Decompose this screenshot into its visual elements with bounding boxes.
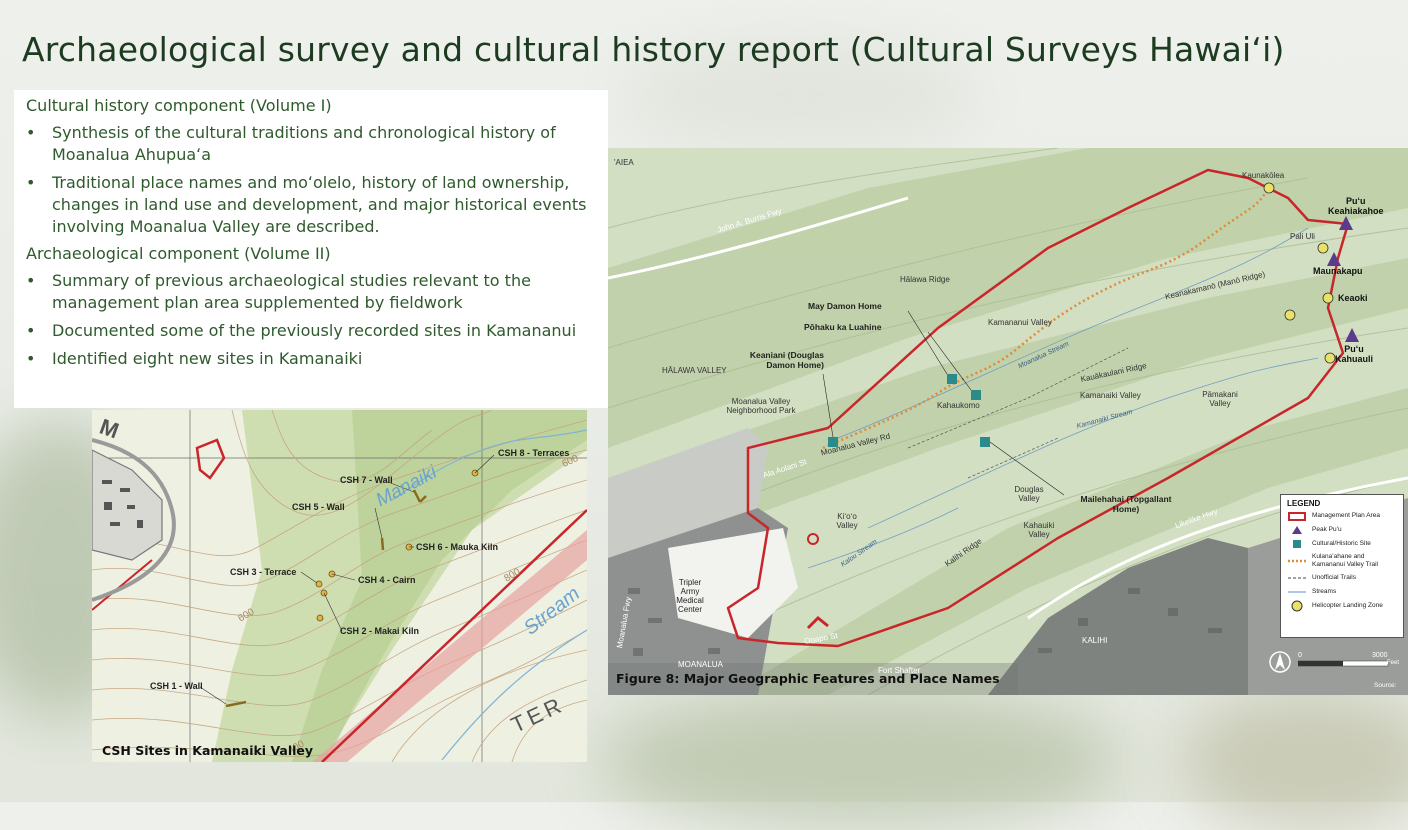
scale-end-label: 3000 (1372, 652, 1388, 659)
place-label: 'AIEA (614, 158, 634, 167)
place-label: May Damon Home (808, 301, 882, 311)
scale-bar-graphic (1298, 660, 1389, 667)
legend-item: Streams (1287, 587, 1397, 597)
place-label: Kahauiki Valley (1023, 521, 1055, 539)
place-label: Mailehahai (Topgallant Home) (1080, 494, 1172, 514)
place-label: Kamananui Valley (988, 318, 1052, 327)
topo-map-graphic (92, 410, 587, 762)
section-heading-volume-1: Cultural history component (Volume I) (26, 96, 332, 115)
place-label: Pali Uli (1290, 232, 1315, 241)
volume-1-list: • Synthesis of the cultural traditions an… (26, 122, 596, 238)
place-label: Tripler Army Medical Center (676, 578, 704, 614)
trail-dotted-icon (1287, 556, 1307, 566)
helipad-icon (1287, 600, 1307, 612)
place-label: Keaniani (Douglas Damon Home) (749, 350, 824, 370)
legend-item: Helicopter Landing Zone (1287, 600, 1397, 612)
peak-label-keaoki: Keaoki (1338, 293, 1368, 303)
list-item: • Documented some of the previously recor… (26, 321, 577, 340)
place-label: Hālawa Ridge (900, 275, 950, 284)
site-label-csh7: CSH 7 - Wall (340, 475, 393, 485)
list-item: • Identified eight new sites in Kamanaiki (26, 349, 363, 368)
map-legend: LEGEND Management Plan Area Peak Puʻu Cu… (1280, 494, 1404, 638)
legend-item: Peak Puʻu (1287, 525, 1397, 535)
place-label: HĀLAWA VALLEY (662, 366, 727, 375)
peak-label-kahuauli: Puʻu Kahuauli (1335, 344, 1374, 364)
place-label: Pāmakani Valley (1202, 390, 1238, 408)
scale-start-label: 0 (1298, 652, 1302, 659)
north-arrow-icon (1269, 651, 1291, 673)
site-label-csh4: CSH 4 - Cairn (358, 575, 416, 585)
peak-label-maunakapu: Maunakapu (1313, 266, 1363, 276)
place-label: Kamanaiki Valley (1080, 391, 1141, 400)
place-label: Pōhaku ka Luahine (804, 322, 882, 332)
site-label-csh8: CSH 8 - Terraces (498, 448, 570, 458)
site-label-csh6: CSH 6 - Mauka Kiln (416, 542, 499, 552)
list-item: • Summary of previous archaeological stud… (26, 271, 531, 312)
site-square-icon (1287, 539, 1307, 549)
right-map-caption: Figure 8: Major Geographic Features and … (616, 671, 1000, 686)
source-label: Source: (1374, 682, 1397, 689)
boundary-swatch-icon (1287, 511, 1307, 521)
section-heading-volume-2: Archaeological component (Volume II) (26, 244, 331, 263)
left-map-caption: CSH Sites in Kamanaiki Valley (102, 743, 314, 758)
list-item: • Traditional place names and moʻolelo, h… (26, 173, 587, 236)
legend-item: Unofficial Trails (1287, 573, 1397, 583)
site-label-csh1: CSH 1 - Wall (150, 681, 203, 691)
content-panel: Cultural history component (Volume I) • S… (14, 90, 608, 408)
legend-item: Management Plan Area (1287, 511, 1397, 521)
legend-item: Kulanaʻahane and Kamananui Valley Trail (1287, 553, 1397, 569)
background-foliage (1180, 690, 1408, 830)
site-label-csh2: CSH 2 - Makai Kiln (340, 626, 420, 636)
legend-item: Cultural/Historic Site (1287, 539, 1397, 549)
list-item: • Synthesis of the cultural traditions an… (26, 123, 556, 164)
place-label: Kahaukomo (937, 401, 980, 410)
volume-2-list: • Summary of previous archaeological stud… (26, 270, 596, 370)
stream-line-icon (1287, 587, 1307, 597)
site-label-csh5: CSH 5 - Wall (292, 502, 345, 512)
place-label: Kaunakōlea (1242, 171, 1285, 180)
legend-title: LEGEND (1287, 499, 1321, 508)
place-label: Kiʻoʻo Valley (836, 512, 858, 530)
dashed-trail-icon (1287, 573, 1307, 583)
background-foliage (600, 690, 1120, 830)
peak-label-keahiakahoe: Puʻu Keahiakahoe (1328, 196, 1384, 216)
peak-triangle-icon (1287, 525, 1307, 535)
geographic-features-map: 'AIEA John A. Burns Fwy Hālawa Ridge HĀL… (608, 148, 1408, 695)
park-label: Moanalua Valley Neighborhood Park (726, 397, 796, 415)
slide-title: Archaeological survey and cultural histo… (22, 30, 1285, 69)
place-label: MOANALUA (678, 660, 723, 669)
place-label: KALIHI (1082, 636, 1108, 645)
place-label: Douglas Valley (1014, 485, 1044, 503)
scale-unit-label: Feet (1387, 660, 1400, 666)
site-label-csh3: CSH 3 - Terrace (230, 567, 297, 577)
kamanaiki-sites-map: M Manaiki Stream 600 600 400 800 TER CSH… (92, 410, 587, 762)
